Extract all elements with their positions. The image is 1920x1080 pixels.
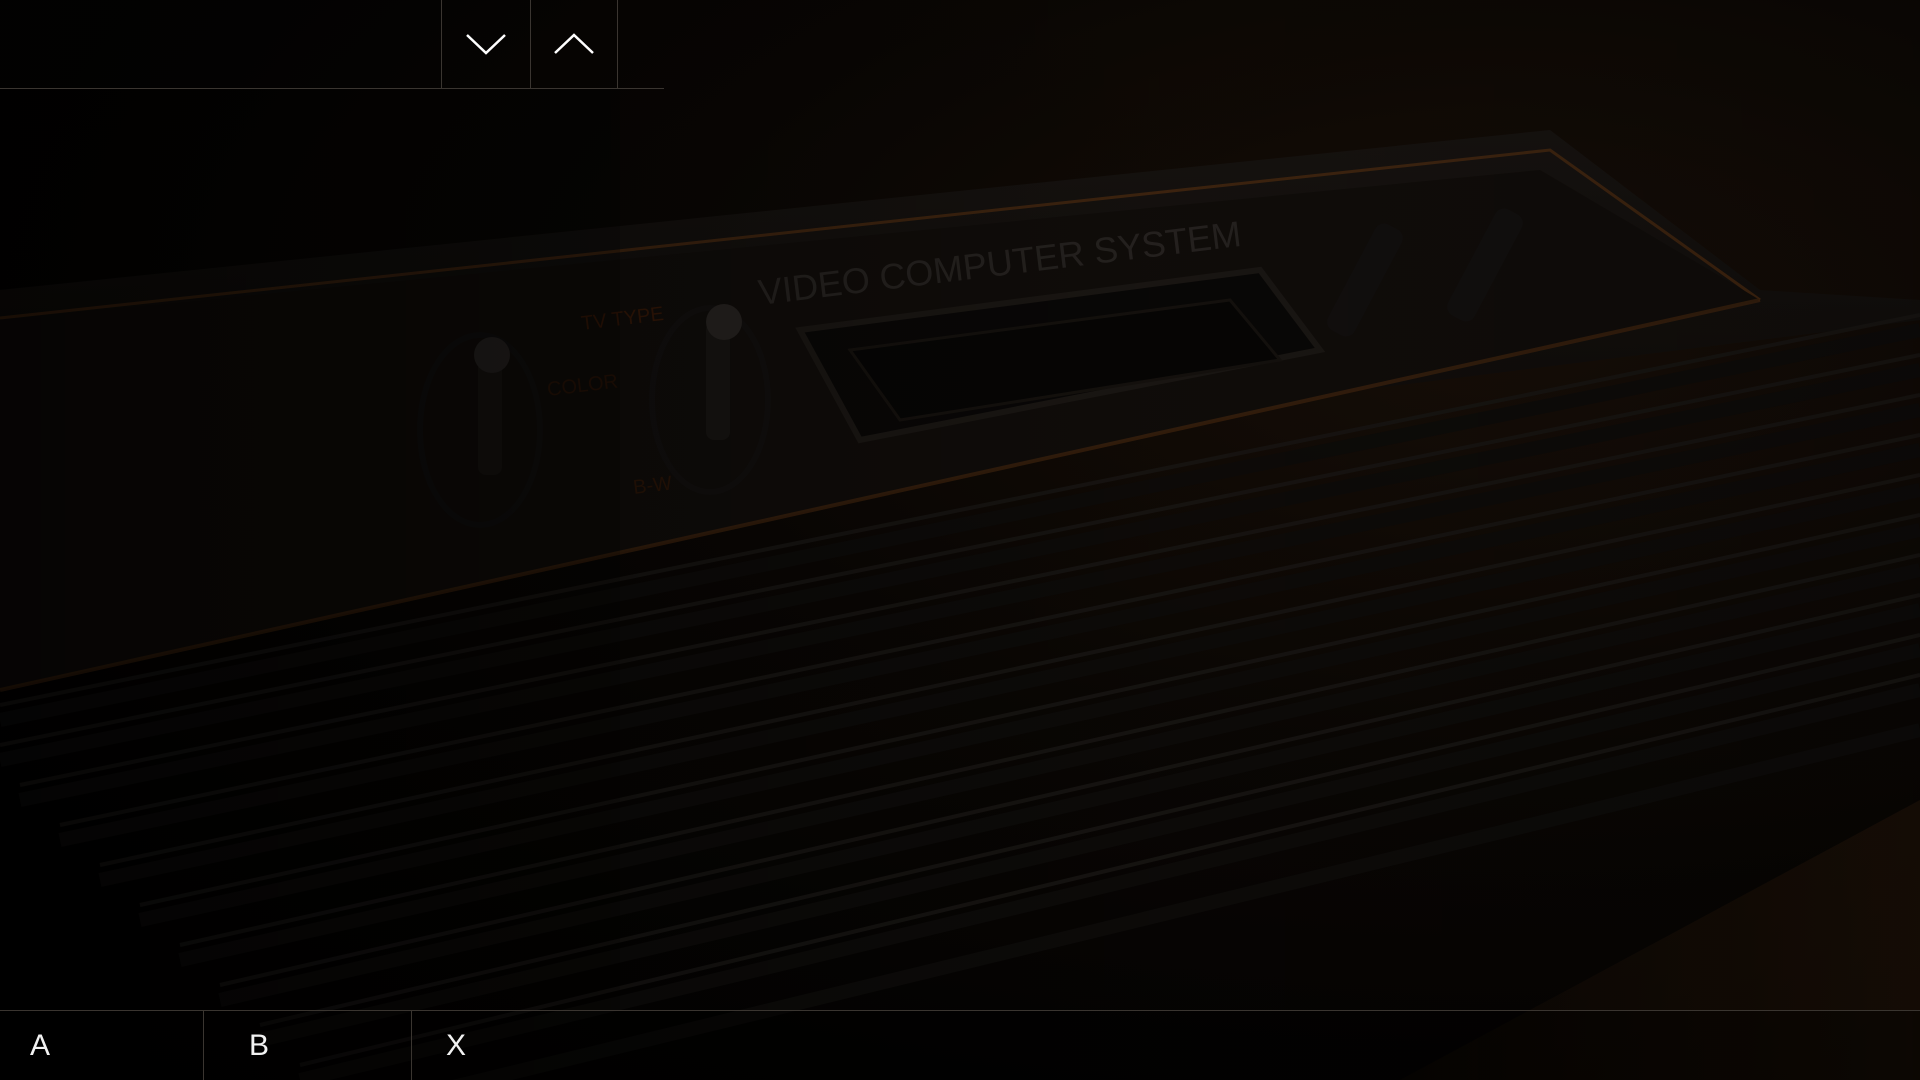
- b-button-label: B: [249, 1028, 270, 1062]
- scroll-up-button[interactable]: [530, 0, 618, 88]
- a-button-label: A: [30, 1028, 51, 1062]
- top-nav-title-area: [0, 0, 441, 88]
- game-screen: VIDEO COMPUTER SYSTEM TV TYPE COLOR B-W: [0, 0, 1920, 1080]
- console-background-art: VIDEO COMPUTER SYSTEM TV TYPE COLOR B-W: [0, 130, 1920, 1080]
- a-button[interactable]: A: [0, 1011, 204, 1080]
- top-nav: [0, 0, 664, 89]
- chevron-down-icon: [465, 34, 506, 55]
- x-button[interactable]: X: [412, 1011, 532, 1080]
- button-hint-bar: A B X: [0, 1010, 1920, 1080]
- chevron-up-icon: [554, 33, 594, 54]
- b-button[interactable]: B: [204, 1011, 412, 1080]
- x-button-label: X: [446, 1028, 467, 1062]
- scroll-down-button[interactable]: [441, 0, 529, 88]
